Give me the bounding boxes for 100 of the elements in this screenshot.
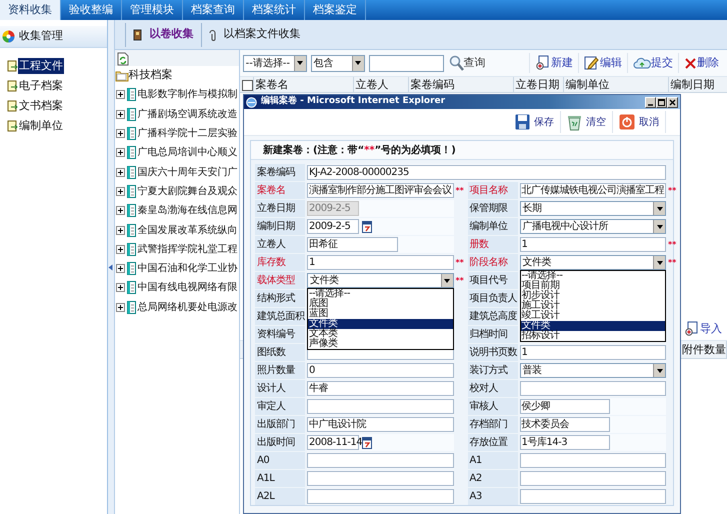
expand-button[interactable]: [116, 129, 125, 138]
input-field[interactable]: [520, 453, 666, 468]
input-field[interactable]: 1号库14-3: [520, 435, 610, 450]
save-button[interactable]: 保存: [509, 111, 561, 133]
input-field[interactable]: [520, 471, 666, 486]
expand-button[interactable]: [116, 186, 125, 196]
input-field[interactable]: 1: [520, 237, 666, 252]
field-select[interactable]: --请选择--: [242, 54, 307, 72]
operator-select[interactable]: 包含: [310, 54, 365, 72]
tree-item[interactable]: 宁夏大剧院舞台及观众: [126, 184, 238, 199]
expand-button[interactable]: [116, 283, 125, 292]
collect-tab[interactable]: 以档案文件收集: [200, 22, 308, 46]
input-field[interactable]: 中广电设计院: [307, 417, 454, 432]
calendar-button[interactable]: [362, 436, 372, 449]
tree-item[interactable]: 国庆六十周年天安门广: [126, 164, 238, 180]
input-field[interactable]: [307, 471, 454, 486]
dropdown-option[interactable]: --请选择--: [520, 271, 665, 281]
dropdown-option[interactable]: 竣工设计: [520, 311, 665, 321]
input-field[interactable]: 1: [307, 255, 454, 270]
input-field[interactable]: KJ-A2-2008-00000235: [307, 165, 666, 180]
search-input[interactable]: [368, 54, 444, 72]
expand-button[interactable]: [116, 90, 125, 100]
input-field[interactable]: [307, 489, 454, 504]
calendar-button[interactable]: [362, 220, 372, 233]
checkbox[interactable]: [242, 80, 253, 90]
expand-button[interactable]: [116, 206, 125, 216]
expand-button[interactable]: [116, 226, 125, 235]
tree-item[interactable]: 武警指挥学院礼堂工程: [126, 242, 238, 257]
field-label: A2: [468, 470, 518, 487]
new-button[interactable]: 新建: [528, 53, 578, 73]
required-mark: **: [668, 185, 678, 197]
dropdown-option[interactable]: 文本类: [308, 329, 452, 339]
expand-button[interactable]: [116, 168, 125, 177]
tree-item[interactable]: 广播剧场空调系统改造: [126, 106, 238, 122]
sidebar-item[interactable]: 电子档案: [7, 76, 64, 96]
binder-icon: [126, 242, 136, 256]
close-button[interactable]: [667, 96, 678, 108]
input-field[interactable]: 田希征: [307, 237, 398, 252]
dropdown-option[interactable]: 蓝图: [308, 309, 452, 319]
input-field[interactable]: [520, 489, 666, 504]
maximize-button[interactable]: [656, 96, 667, 108]
edit-button[interactable]: 编辑: [578, 53, 627, 73]
sidebar-item[interactable]: 编制单位: [7, 116, 64, 136]
field-label: 装订方式: [468, 362, 518, 379]
delete-button[interactable]: 删除: [678, 53, 724, 73]
expand-button[interactable]: [116, 244, 125, 254]
input-field[interactable]: [307, 453, 454, 468]
input-field[interactable]: 技术委员会: [520, 417, 610, 432]
select-field[interactable]: 广播电视中心设计所: [520, 219, 666, 234]
input-field[interactable]: 牛睿: [307, 381, 454, 396]
required-mark: **: [668, 239, 678, 251]
menu-tab[interactable]: 资料收集: [0, 0, 61, 20]
input-field[interactable]: [520, 381, 666, 396]
collect-tab[interactable]: 以卷收集: [124, 22, 201, 46]
field-label: 项目代号: [468, 272, 518, 289]
tree-item[interactable]: 广电总局培训中心顺义: [126, 145, 238, 160]
sidebar-item[interactable]: 文书档案: [7, 96, 64, 116]
expand-button[interactable]: [116, 148, 125, 158]
dropdown-option[interactable]: 底图: [308, 299, 452, 309]
search-icon: [448, 54, 464, 72]
expand-button[interactable]: [116, 302, 125, 312]
input-field[interactable]: 1: [520, 345, 666, 360]
select-field[interactable]: 文件类: [307, 273, 454, 288]
cancel-button[interactable]: 取消: [613, 111, 666, 133]
input-field[interactable]: 0: [307, 363, 454, 378]
expand-button[interactable]: [116, 110, 125, 119]
document-icon: [7, 100, 18, 112]
clear-button[interactable]: 清空: [561, 111, 613, 133]
binder-icon: [126, 108, 136, 121]
binder-icon: [126, 300, 136, 314]
input-field[interactable]: 北广传媒城铁电视公司演播室工程: [520, 183, 666, 198]
dropdown-option[interactable]: 招标设计: [520, 331, 665, 341]
field-label: 项目负责人: [468, 290, 518, 307]
dropdown-option[interactable]: 声像类: [308, 339, 452, 349]
submit-button[interactable]: 提交: [626, 53, 678, 73]
input-field[interactable]: 演播室制作部分施工图评审会会议: [307, 183, 454, 198]
tree-item[interactable]: 全国发展改革系统纵向: [126, 222, 238, 238]
tree-item[interactable]: 中国有线电视网络有限: [126, 280, 238, 296]
input-field[interactable]: 侯少卿: [520, 399, 610, 414]
minimize-button[interactable]: [645, 96, 656, 108]
date-field[interactable]: 2009-2-5: [307, 219, 359, 234]
expand-button[interactable]: [116, 264, 125, 274]
dropdown-option[interactable]: 施工设计: [520, 301, 665, 311]
tree-item[interactable]: 电影数字制作与模拟制: [126, 87, 238, 102]
select-field[interactable]: 普装: [520, 363, 666, 378]
field-label: 校对人: [468, 380, 518, 397]
dropdown-option[interactable]: --请选择--: [308, 289, 452, 299]
tree-item[interactable]: 秦皇岛渤海在线信息网: [126, 203, 238, 218]
tree-item[interactable]: 中国石油和化学工业协: [126, 261, 238, 276]
input-field[interactable]: [307, 399, 454, 414]
dropdown-option[interactable]: 项目前期: [520, 281, 665, 291]
dropdown-option[interactable]: 初步设计: [520, 291, 665, 301]
search-button[interactable]: 查询: [448, 54, 486, 72]
tree-item[interactable]: 科技档案: [114, 66, 239, 86]
tree-item[interactable]: 广播科学院十二层实验: [126, 126, 238, 142]
select-field[interactable]: 文件类: [520, 255, 666, 270]
paperclip-icon: [208, 28, 216, 40]
select-field[interactable]: 长期: [520, 201, 666, 216]
tree-item[interactable]: 总局网络机要处电源改: [126, 300, 238, 315]
document-plus-icon: [684, 321, 700, 337]
